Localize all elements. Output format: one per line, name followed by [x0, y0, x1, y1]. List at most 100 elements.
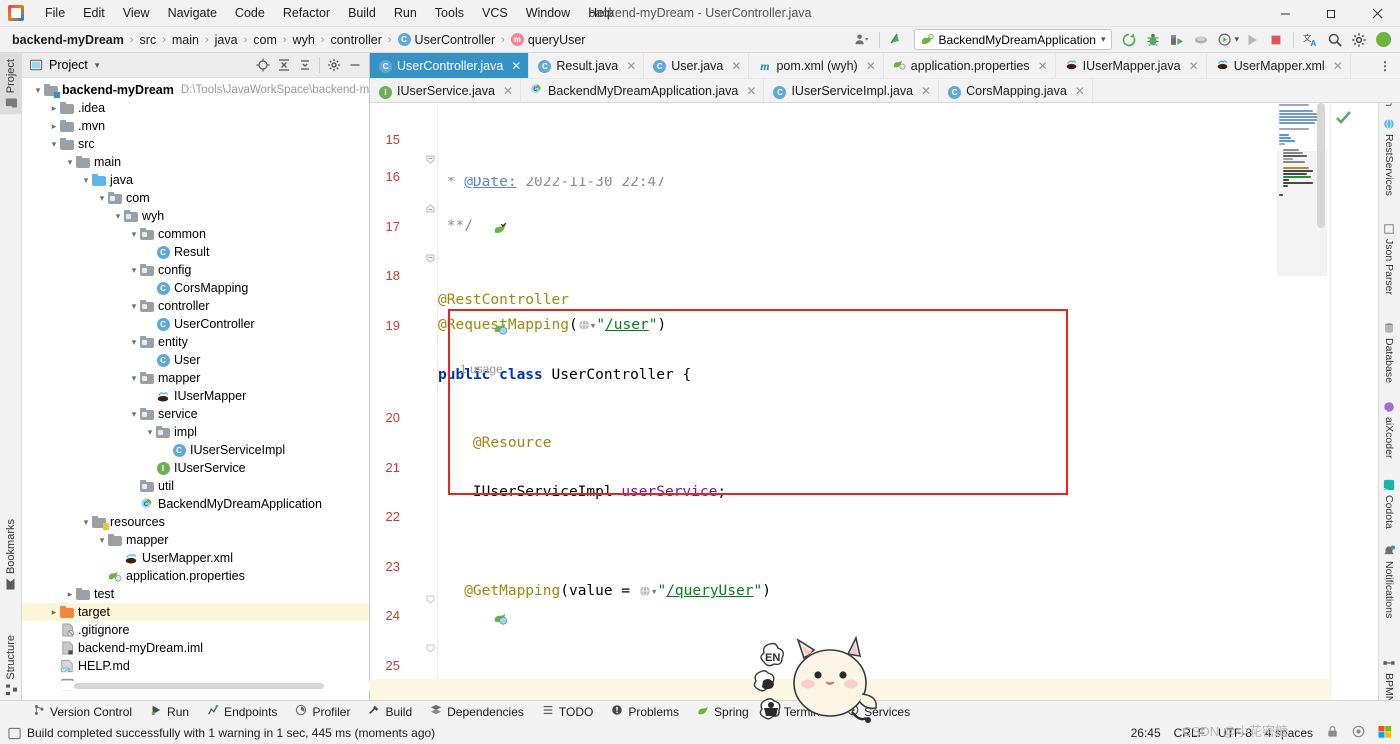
expand-all-icon[interactable] — [274, 55, 294, 75]
tree-item-impl[interactable]: ▾ impl — [22, 423, 369, 441]
tree-item-target[interactable]: ▸ target — [22, 603, 369, 621]
menu-item-code[interactable]: Code — [226, 3, 274, 23]
breadcrumb-item-src[interactable]: src — [136, 32, 161, 48]
breadcrumb-item-usercontroller[interactable]: C UserController — [394, 32, 500, 48]
project-tree[interactable]: ▾ backend-myDream D:\Tools\JavaWorkSpace\b… — [22, 78, 369, 708]
chevron-right-icon[interactable]: ▸ — [48, 120, 60, 132]
tree-item-entity[interactable]: ▾ entity — [22, 333, 369, 351]
menu-item-window[interactable]: Window — [517, 3, 579, 23]
chevron-down-icon[interactable]: ▾ — [144, 426, 156, 438]
tree-item-backend-mydream.iml[interactable]: backend-myDream.iml — [22, 639, 369, 657]
chevron-down-icon[interactable]: ▾ — [96, 192, 108, 204]
user-settings-icon[interactable] — [851, 30, 873, 50]
tree-item-util[interactable]: util — [22, 477, 369, 495]
breadcrumb-item-java[interactable]: java — [211, 32, 242, 48]
breadcrumb-item-backend-mydream[interactable]: backend-myDream — [8, 32, 128, 48]
inspection-icon[interactable] — [1352, 725, 1365, 741]
close-icon[interactable]: ✕ — [511, 59, 521, 73]
tree-item-usermapper.xml[interactable]: UserMapper.xml — [22, 549, 369, 567]
sidebar-item-project[interactable]: Project — [0, 53, 22, 115]
bottom-tab-build[interactable]: Build — [359, 702, 421, 721]
tree-item-backend-mydream[interactable]: ▾ backend-myDream D:\Tools\JavaWorkSpace\b… — [22, 81, 369, 99]
breadcrumb-item-queryuser[interactable]: m queryUser — [507, 32, 590, 48]
bottom-tab-spring[interactable]: Spring — [688, 702, 758, 721]
status-message-area[interactable]: Build completed successfully with 1 warn… — [0, 726, 435, 740]
editor-tabs-more-icon[interactable]: ⋮ — [1371, 53, 1400, 78]
menu-item-tools[interactable]: Tools — [426, 3, 473, 23]
tree-item-test[interactable]: ▸ test — [22, 585, 369, 603]
menu-item-refactor[interactable]: Refactor — [274, 3, 339, 23]
close-icon[interactable]: ✕ — [1189, 59, 1199, 73]
tree-item-src[interactable]: ▾ src — [22, 135, 369, 153]
breadcrumb-item-com[interactable]: com — [249, 32, 281, 48]
chevron-down-icon[interactable]: ▾ — [96, 534, 108, 546]
project-horizontal-scrollbar[interactable] — [44, 681, 392, 690]
editor-tab-iuserserviceimpl.java[interactable]: C IUserServiceImpl.java ✕ — [764, 79, 940, 102]
right-tool-item-aixcoder[interactable]: aiX aiXcoder — [1378, 395, 1400, 464]
profiler-icon[interactable] — [1190, 30, 1212, 50]
editor-tab-backendmydreamapplication.java[interactable]: C BackendMyDreamApplication.java ✕ — [521, 79, 765, 102]
bottom-tab-todo[interactable]: TODO — [533, 702, 602, 721]
tree-item-result[interactable]: C Result — [22, 243, 369, 261]
chevron-down-icon[interactable]: ▾ — [128, 300, 140, 312]
bottom-tab-problems[interactable]: Problems — [602, 702, 688, 721]
rerun-icon[interactable] — [1118, 30, 1140, 50]
menu-item-navigate[interactable]: Navigate — [159, 3, 226, 23]
tree-item-user[interactable]: C User — [22, 351, 369, 369]
chevron-down-icon[interactable]: ▾ — [80, 174, 92, 186]
debug-icon[interactable] — [1142, 30, 1164, 50]
close-icon[interactable]: ✕ — [1333, 59, 1343, 73]
close-icon[interactable]: ✕ — [921, 84, 931, 98]
editor-tab-iuserservice.java[interactable]: I IUserService.java ✕ — [370, 79, 522, 102]
menu-item-vcs[interactable]: VCS — [473, 3, 517, 23]
tree-item-.idea[interactable]: ▸ .idea — [22, 99, 369, 117]
breadcrumb-item-controller[interactable]: controller — [326, 32, 385, 48]
editor-tab-application.properties[interactable]: application.properties ✕ — [883, 53, 1056, 78]
tree-item-wyh[interactable]: ▾ wyh — [22, 207, 369, 225]
fold-marker-icon[interactable] — [426, 247, 435, 263]
caret-position[interactable]: 26:45 — [1131, 726, 1161, 740]
settings-gear-icon[interactable] — [324, 55, 344, 75]
breadcrumb-item-wyh[interactable]: wyh — [289, 32, 319, 48]
bottom-tab-endpoints[interactable]: Endpoints — [198, 702, 286, 721]
menu-item-help[interactable]: Help — [579, 3, 623, 23]
search-everywhere-icon[interactable] — [1324, 30, 1346, 50]
main-menu[interactable]: File Edit View Navigate Code Refactor Build Run… — [36, 3, 623, 23]
tree-item-iuserserviceimpl[interactable]: C IUserServiceImpl — [22, 441, 369, 459]
chevron-down-icon[interactable]: ▾ — [128, 264, 140, 276]
minimize-button[interactable] — [1262, 0, 1308, 27]
tree-item-.mvn[interactable]: ▸ .mvn — [22, 117, 369, 135]
chevron-down-icon[interactable]: ▾ — [48, 138, 60, 150]
translate-icon[interactable]: 文A — [1300, 30, 1322, 50]
right-tool-item-codota[interactable]: A Codota — [1378, 473, 1400, 535]
editor-tab-pom.xml-wyh-[interactable]: m pom.xml (wyh) ✕ — [749, 53, 884, 78]
code-inlay-usage[interactable]: 1 usage — [370, 339, 1378, 376]
tree-item-application.properties[interactable]: application.properties — [22, 567, 369, 585]
chevron-down-icon[interactable]: ▾ — [128, 372, 140, 384]
spring-navigate-gutter-icon[interactable] — [406, 294, 508, 335]
menu-item-edit[interactable]: Edit — [74, 3, 114, 23]
chevron-right-icon[interactable]: ▸ — [48, 102, 60, 114]
locate-icon[interactable] — [253, 55, 273, 75]
tree-item-usercontroller[interactable]: C UserController — [22, 315, 369, 333]
sidebar-item-structure[interactable]: Structure — [0, 629, 22, 702]
tree-item-corsmapping[interactable]: C CorsMapping — [22, 279, 369, 297]
os-icon[interactable] — [1378, 725, 1392, 742]
right-tool-item-notifications[interactable]: Notifications — [1378, 539, 1400, 624]
fold-marker-icon[interactable] — [426, 637, 435, 653]
updates-icon[interactable] — [886, 30, 908, 50]
editor-tab-usercontroller.java[interactable]: C UserController.java ✕ — [370, 53, 530, 78]
run-anything-chevron-icon[interactable]: ▾ — [1234, 34, 1239, 45]
close-icon[interactable]: ✕ — [746, 84, 756, 98]
spring-navigate-gutter-icon[interactable] — [406, 585, 508, 625]
chevron-down-icon[interactable]: ▾ — [128, 336, 140, 348]
tree-item-com[interactable]: ▾ com — [22, 189, 369, 207]
fold-marker-icon[interactable] — [426, 588, 435, 604]
close-button[interactable] — [1354, 0, 1400, 27]
breadcrumb-item-main[interactable]: main — [168, 32, 203, 48]
right-tool-item-database[interactable]: Database — [1378, 316, 1400, 389]
ide-helper-icon[interactable] — [1372, 30, 1394, 50]
close-icon[interactable]: ✕ — [866, 59, 876, 73]
sidebar-item-bookmarks[interactable]: Bookmarks — [0, 513, 22, 596]
chevron-right-icon[interactable]: ▸ — [64, 588, 76, 600]
